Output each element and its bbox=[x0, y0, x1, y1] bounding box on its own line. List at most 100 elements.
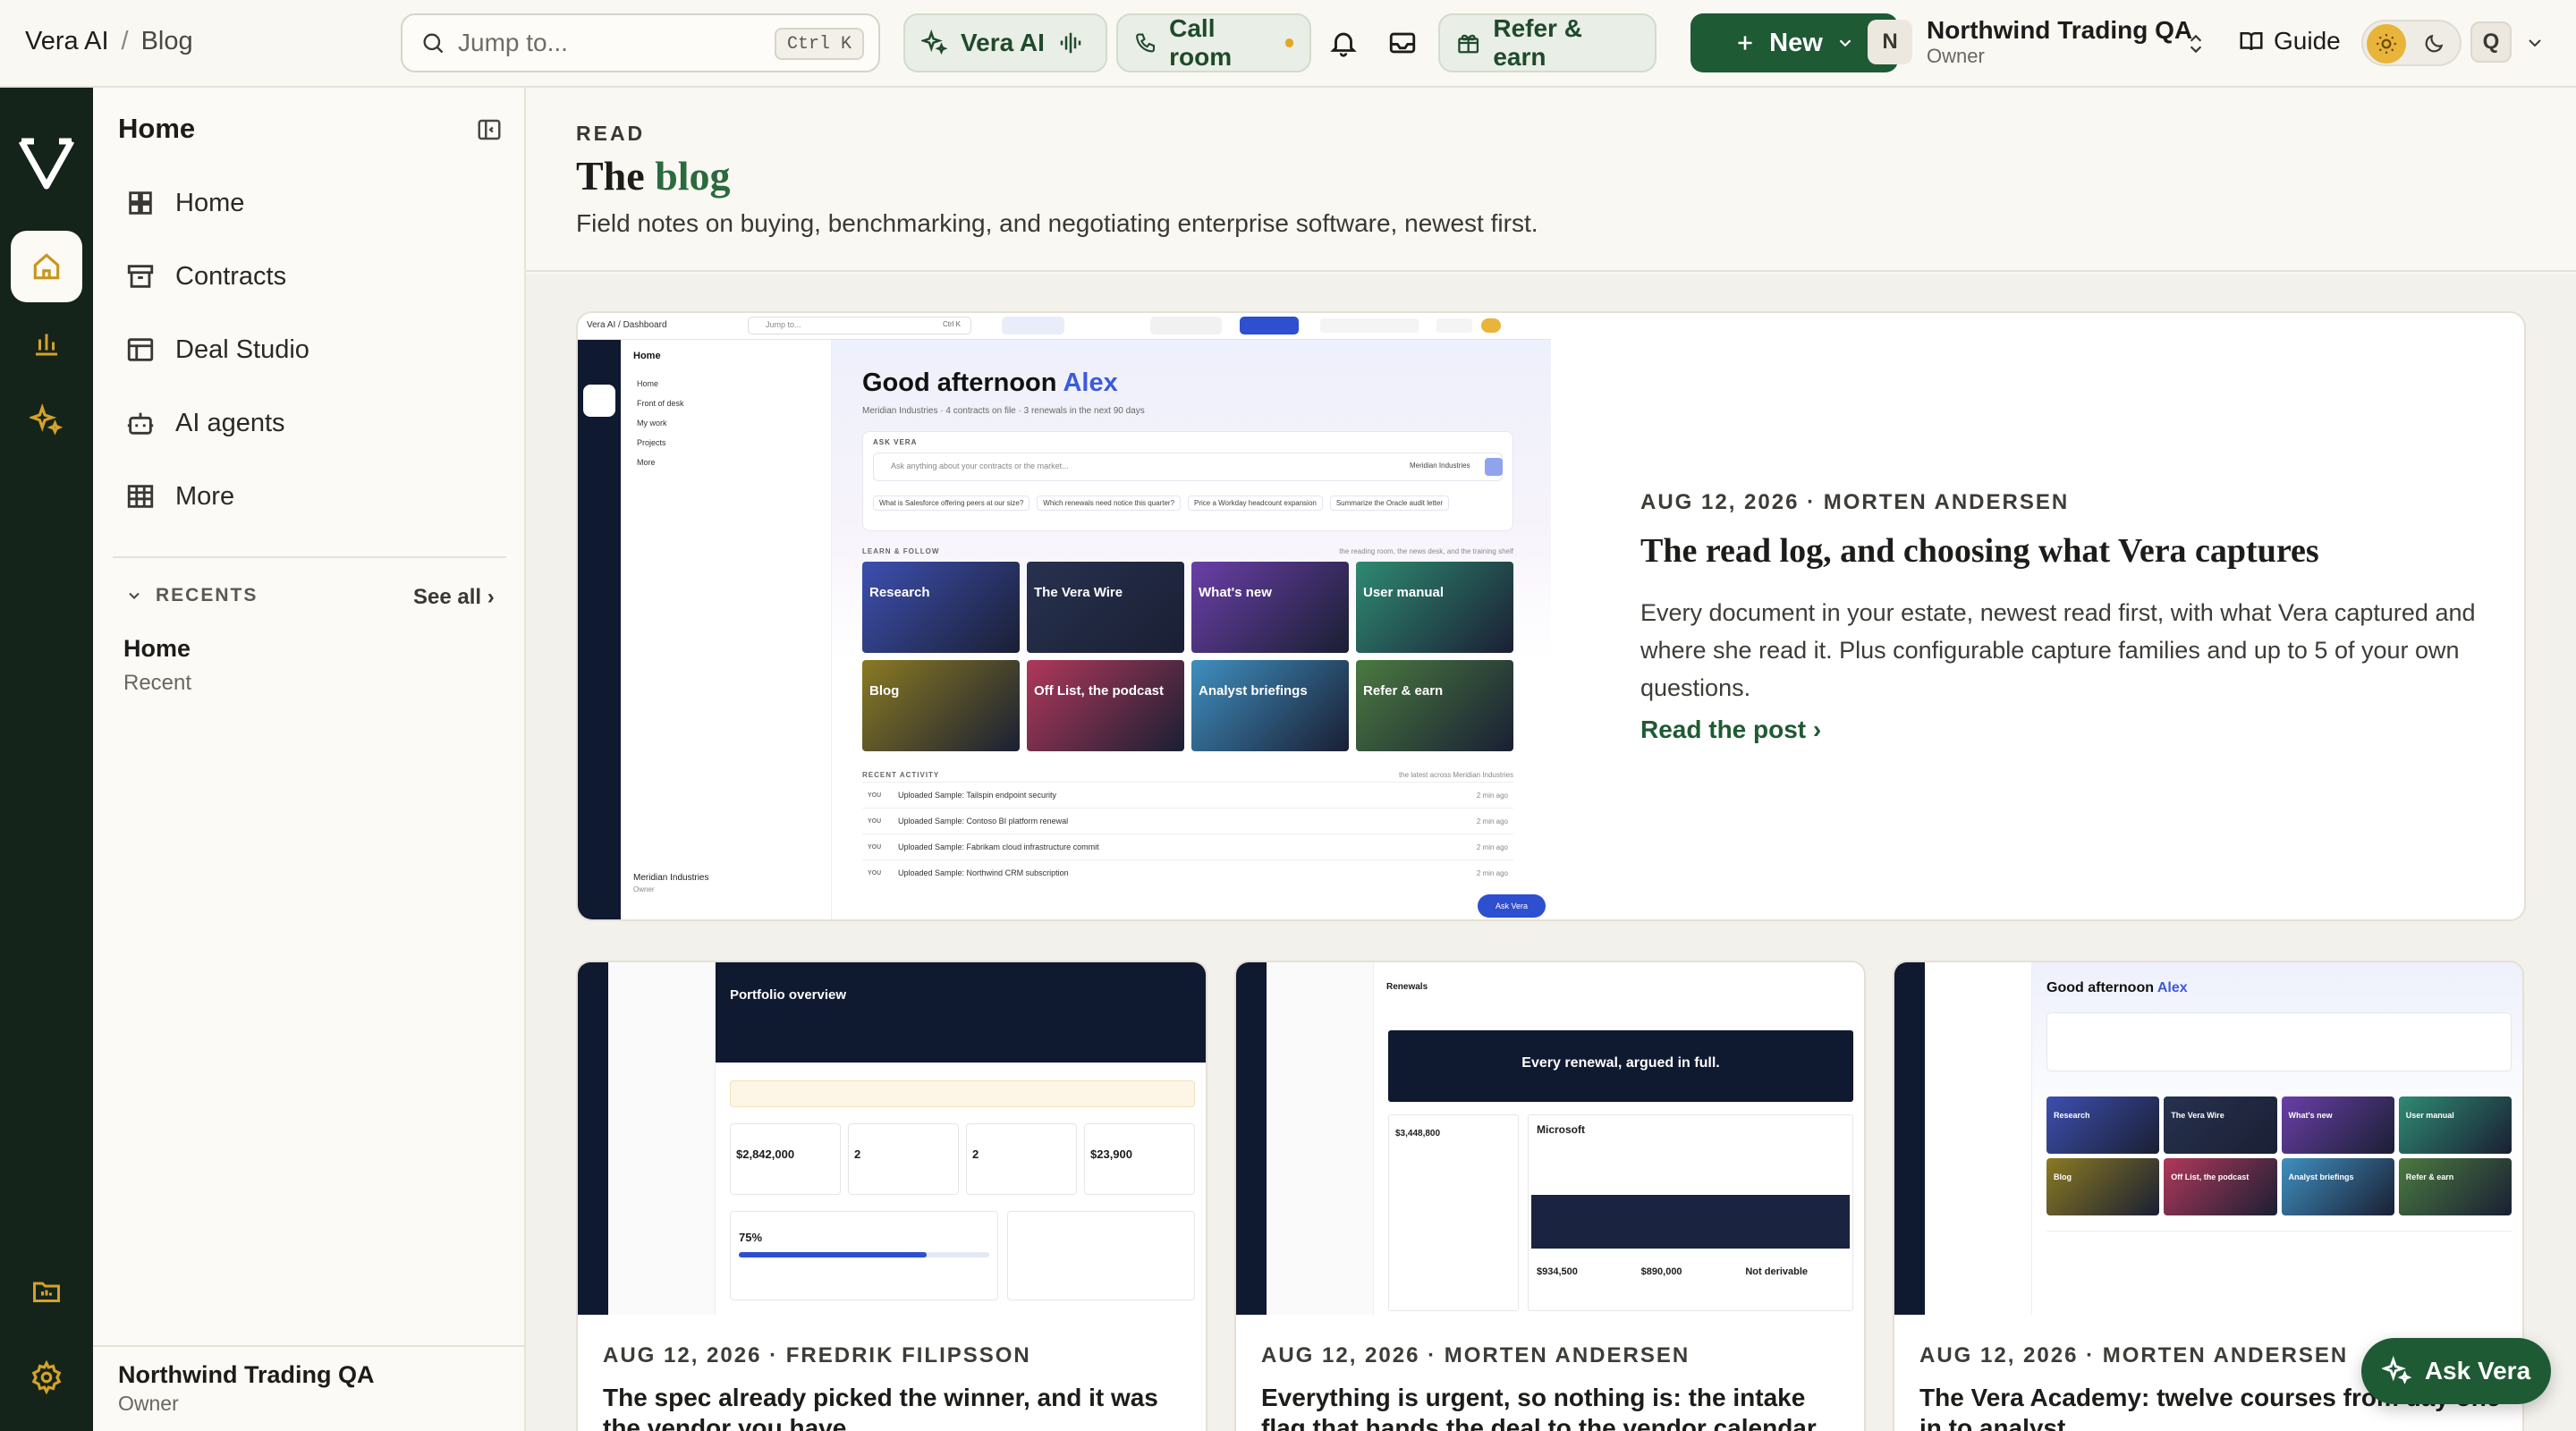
sidebar-footer-name[interactable]: Northwind Trading QA bbox=[118, 1361, 374, 1389]
mini-activity-row: YOU Uploaded Sample: Contoso BI platform … bbox=[862, 808, 1513, 834]
rail-projects[interactable] bbox=[11, 1256, 82, 1327]
chevron-updown-icon[interactable] bbox=[2184, 30, 2207, 57]
mini-learn-right: the reading room, the news desk, and the… bbox=[1339, 547, 1513, 555]
user-avatar[interactable]: Q bbox=[2470, 21, 2512, 63]
post-card-meta: AUG 12, 2026 · MORTEN ANDERSEN bbox=[1919, 1343, 2349, 1367]
breadcrumb: Vera AI / Blog bbox=[25, 27, 193, 56]
mini-greeting-sub: Meridian Industries · 4 contracts on fil… bbox=[862, 406, 1145, 416]
mini-suggestion: Which renewals need notice this quarter? bbox=[1037, 495, 1182, 511]
guide-button[interactable]: Guide bbox=[2238, 27, 2341, 55]
page-title-prefix: The bbox=[576, 153, 645, 199]
featured-meta: AUG 12, 2026 · MORTEN ANDERSEN bbox=[1640, 490, 2070, 514]
featured-post[interactable]: Vera AI / Dashboard Jump to... Ctrl K Ho… bbox=[576, 311, 2526, 921]
featured-description: Every document in your estate, newest re… bbox=[1640, 599, 2476, 701]
card-1-stat: 2 bbox=[848, 1123, 959, 1195]
page-title: The blog bbox=[576, 152, 731, 199]
mini-tile: Blog bbox=[2046, 1158, 2160, 1215]
workspace-avatar[interactable]: N bbox=[1868, 20, 1912, 64]
mini-tile: What's new bbox=[2281, 1097, 2394, 1154]
breadcrumb-app[interactable]: Vera AI bbox=[25, 27, 109, 56]
mini-suggestion: What is Salesforce offering peers at our… bbox=[873, 495, 1030, 511]
mini-activity-text: Uploaded Sample: Contoso BI platform ren… bbox=[898, 817, 1069, 826]
mini-breadcrumb: Vera AI / Dashboard bbox=[587, 320, 667, 330]
card-3-greeting: Good afternoon bbox=[2046, 980, 2154, 995]
card-1-stat: $2,842,000 bbox=[730, 1123, 841, 1195]
chevron-down-icon bbox=[129, 592, 140, 599]
mini-kbd: Ctrl K bbox=[943, 320, 961, 328]
call-room-button[interactable]: Call room bbox=[1116, 13, 1311, 72]
mini-side-item: My work bbox=[637, 419, 667, 428]
mini-tile: User manual bbox=[2398, 1097, 2512, 1154]
notifications-button[interactable] bbox=[1326, 25, 1361, 61]
book-icon bbox=[2240, 32, 2263, 51]
post-card[interactable]: Renewals Every renewal, argued in full. … bbox=[1234, 961, 1866, 1431]
inbox-icon bbox=[1389, 32, 1416, 54]
mini-ask-label: ASK VERA bbox=[873, 438, 918, 446]
page-title-accent: blog bbox=[655, 153, 731, 199]
mini-greeting-name: Alex bbox=[1063, 368, 1118, 397]
chevron-down-icon[interactable] bbox=[2524, 32, 2546, 54]
mini-tile: Off List, the podcast bbox=[1027, 660, 1184, 751]
sidebar-item-label: Deal Studio bbox=[175, 334, 309, 364]
sidebar-item-deal-studio[interactable]: Deal Studio bbox=[125, 327, 309, 372]
mini-search: Jump to... bbox=[766, 320, 801, 329]
recent-item-name[interactable]: Home bbox=[123, 635, 191, 663]
mini-activity-row: YOU Uploaded Sample: Fabrikam cloud infra… bbox=[862, 834, 1513, 859]
sidebar-collapse-icon[interactable] bbox=[476, 116, 503, 143]
moon-icon bbox=[2425, 34, 2444, 53]
recents-label: RECENTS bbox=[156, 585, 258, 605]
mini-activity-label: RECENT ACTIVITY bbox=[862, 771, 940, 779]
card-2-amount: $3,448,800 bbox=[1395, 1129, 1441, 1139]
sidebar: Home Home Contracts Deal Studio AI agent… bbox=[93, 88, 526, 1431]
post-card-title[interactable]: The spec already picked the winner, and … bbox=[603, 1383, 1184, 1431]
theme-toggle[interactable] bbox=[2361, 20, 2462, 66]
mini-tile: The Vera Wire bbox=[2164, 1097, 2277, 1154]
layout-icon bbox=[127, 338, 154, 361]
recents-header[interactable]: RECENTS bbox=[125, 585, 258, 606]
plus-icon bbox=[1738, 36, 1752, 50]
workspace-name[interactable]: Northwind Trading QA bbox=[1927, 16, 2192, 45]
mini-ask-placeholder: Ask anything about your contracts or the… bbox=[891, 461, 1069, 470]
waveform-icon bbox=[1060, 32, 1081, 54]
post-card-title[interactable]: Everything is urgent, so nothing is: the… bbox=[1261, 1383, 1843, 1431]
sidebar-item-label: Home bbox=[175, 188, 245, 217]
page-lede: Field notes on buying, benchmarking, and… bbox=[576, 209, 1538, 237]
page-eyebrow: READ bbox=[576, 122, 646, 145]
vera-ai-button[interactable]: Vera AI bbox=[903, 13, 1107, 72]
sidebar-item-home[interactable]: Home bbox=[125, 181, 244, 225]
rail-home[interactable] bbox=[11, 231, 82, 302]
mini-side-item: Projects bbox=[637, 438, 666, 447]
mini-learn-label: LEARN & FOLLOW bbox=[862, 547, 940, 555]
rail-analytics[interactable] bbox=[11, 308, 82, 379]
featured-title[interactable]: The read log, and choosing what Vera cap… bbox=[1640, 531, 2319, 571]
rail-ai[interactable] bbox=[11, 385, 82, 456]
featured-screenshot: Vera AI / Dashboard Jump to... Ctrl K Ho… bbox=[578, 313, 1551, 919]
sparkle-icon bbox=[2381, 1356, 2412, 1384]
folder-icon bbox=[33, 1282, 60, 1302]
mini-org-role: Owner bbox=[633, 885, 655, 893]
post-card-meta: AUG 12, 2026 · FREDRIK FILIPSSON bbox=[603, 1343, 1031, 1367]
vera-logo-icon[interactable] bbox=[16, 134, 77, 193]
search-input[interactable]: Jump to... Ctrl K bbox=[401, 13, 880, 72]
sidebar-item-contracts[interactable]: Contracts bbox=[125, 254, 286, 299]
mini-activity-time: 2 min ago bbox=[1476, 817, 1508, 826]
sidebar-footer-divider bbox=[93, 1345, 524, 1347]
mini-side-item: Home bbox=[637, 379, 659, 388]
ask-vera-button[interactable]: Ask Vera bbox=[2361, 1338, 2551, 1404]
sidebar-item-ai-agents[interactable]: AI agents bbox=[125, 401, 285, 445]
see-all-link[interactable]: See all › bbox=[413, 585, 495, 610]
featured-read-link[interactable]: Read the post › bbox=[1640, 716, 1821, 744]
mini-tile: Analyst briefings bbox=[1191, 660, 1349, 751]
mini-tile: Analyst briefings bbox=[2281, 1158, 2394, 1215]
refer-earn-label: Refer & earn bbox=[1493, 14, 1582, 71]
page-header: READ The blog Field notes on buying, ben… bbox=[526, 88, 2576, 272]
refer-earn-button[interactable]: Refer & earn bbox=[1438, 13, 1657, 72]
mini-activity-who: YOU bbox=[868, 843, 882, 851]
sidebar-item-label: Contracts bbox=[175, 261, 287, 291]
post-card[interactable]: Portfolio overview $2,842,000 2 2 $23,90… bbox=[576, 961, 1208, 1431]
sidebar-item-more[interactable]: More bbox=[125, 474, 234, 519]
rail-settings[interactable] bbox=[11, 1342, 82, 1413]
inbox-button[interactable] bbox=[1385, 25, 1420, 61]
mini-activity-time: 2 min ago bbox=[1476, 843, 1508, 851]
recent-item-sub: Recent bbox=[123, 671, 192, 695]
